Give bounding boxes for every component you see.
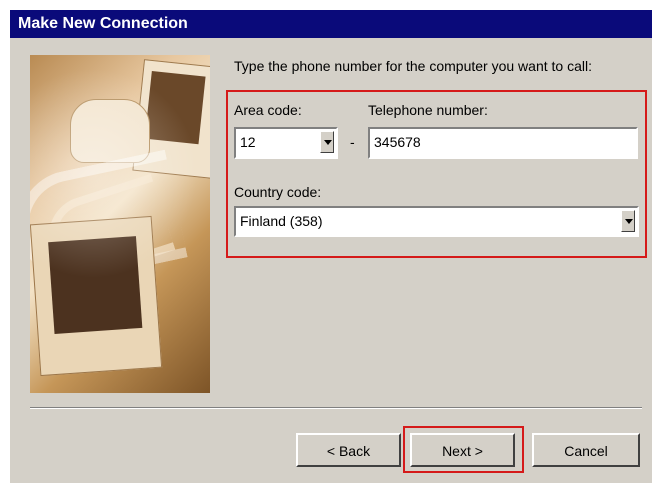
chevron-down-icon [625, 219, 633, 224]
next-button-highlight-box [403, 426, 524, 473]
back-button-label: < Back [326, 443, 371, 459]
dialog-client-area: Type the phone number for the computer y… [10, 38, 652, 483]
country-code-label: Country code: [234, 184, 322, 200]
cancel-button-label: Cancel [564, 443, 608, 459]
area-code-label: Area code: [234, 102, 302, 118]
country-code-dropdown-button[interactable] [621, 210, 635, 232]
button-separator-light [30, 408, 642, 409]
telephone-number-input[interactable]: 345678 [368, 127, 638, 159]
area-code-value: 12 [240, 134, 256, 150]
cancel-button[interactable]: Cancel [532, 433, 640, 467]
illustration-glow [30, 55, 210, 393]
telephone-number-value: 345678 [374, 134, 421, 150]
back-button[interactable]: < Back [296, 433, 401, 467]
country-code-combobox[interactable]: Finland (358) [234, 206, 639, 237]
chevron-down-icon [324, 140, 332, 145]
area-code-combobox[interactable]: 12 [234, 127, 338, 159]
title-bar: Make New Connection [10, 10, 652, 38]
window-title: Make New Connection [18, 15, 188, 32]
area-code-dropdown-button[interactable] [320, 131, 334, 153]
instruction-text: Type the phone number for the computer y… [234, 58, 592, 74]
dash-separator: - [350, 134, 355, 150]
country-code-value: Finland (358) [240, 213, 323, 229]
make-new-connection-dialog: Make New Connection Type the phone numbe… [0, 0, 652, 483]
connection-illustration [30, 55, 210, 393]
telephone-number-label: Telephone number: [368, 102, 488, 118]
